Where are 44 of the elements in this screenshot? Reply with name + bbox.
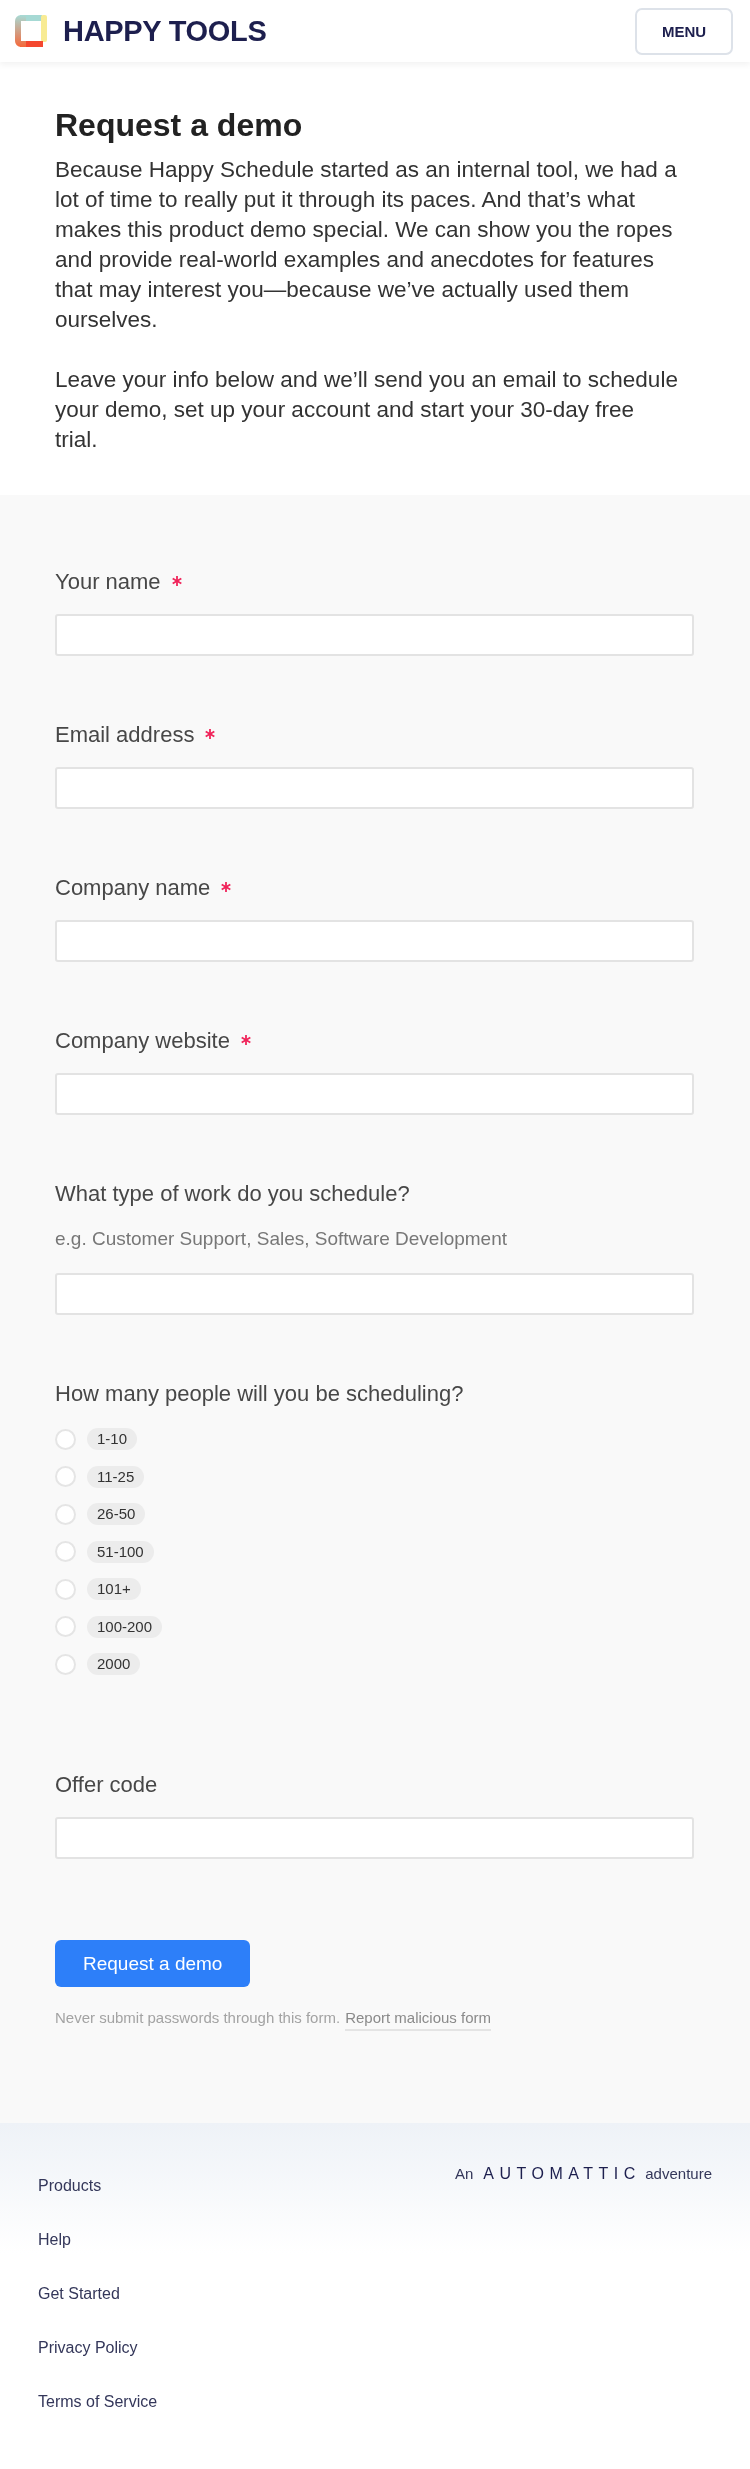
input-field[interactable]: [55, 614, 694, 656]
credit-text: adventure: [645, 2164, 712, 2184]
option-label[interactable]: 101+: [87, 1578, 141, 1600]
option-label[interactable]: 11-25: [87, 1465, 145, 1488]
option-label[interactable]: 51-100: [87, 1540, 154, 1563]
radio-button[interactable]: [55, 1503, 76, 1525]
option-label[interactable]: 2000: [87, 1653, 141, 1675]
input-field[interactable]: [55, 1817, 694, 1859]
field-label: What type of work do you schedule?: [55, 1180, 410, 1208]
intro-paragraph: Leave your info below and we’ll send you an email to schedule your demo, set up your account and start your 30-day free trial.: [55, 366, 679, 454]
option-label[interactable]: 100-200: [87, 1615, 163, 1638]
request-demo-button[interactable]: Request a demo: [55, 1940, 251, 1987]
option-label[interactable]: 26-50: [87, 1503, 146, 1525]
footer-link[interactable]: Privacy Policy: [38, 2337, 138, 2359]
input-field[interactable]: [55, 1273, 694, 1315]
notice-text: Never submit passwords through this form.: [55, 2008, 341, 2028]
hint-text: e.g. Customer Support, Sales, Software Development: [55, 1227, 508, 1251]
field-label: Offer code: [55, 1771, 158, 1799]
credit-text: An: [454, 2164, 474, 2184]
logo-icon: [15, 15, 47, 47]
field-label: How many people will you be scheduling?: [55, 1380, 464, 1408]
radio-button[interactable]: [55, 1541, 76, 1562]
radio-button[interactable]: [55, 1466, 76, 1487]
footer-link[interactable]: Products: [38, 2175, 102, 2197]
footer-link[interactable]: Terms of Service: [38, 2391, 158, 2413]
field-label: Company name: [55, 874, 211, 902]
field-label: Email address: [55, 721, 195, 749]
field-label: Company website: [55, 1027, 230, 1055]
footer-link[interactable]: Get Started: [38, 2283, 120, 2305]
field-label: Your name: [55, 568, 161, 596]
footer-link[interactable]: Help: [38, 2229, 71, 2251]
input-field[interactable]: [55, 1073, 694, 1115]
radio-button[interactable]: [55, 1578, 76, 1600]
brand-wordmark[interactable]: AUTOMATTIC: [483, 2164, 641, 2184]
option-label[interactable]: 1-10: [87, 1428, 138, 1450]
radio-button[interactable]: [55, 1616, 76, 1637]
input-field[interactable]: [55, 767, 694, 809]
radio-button[interactable]: [55, 1653, 76, 1675]
radio-button[interactable]: [55, 1428, 76, 1450]
menu-button[interactable]: MENU: [635, 7, 733, 55]
intro-paragraph: Because Happy Schedule started as an internal tool, we had a lot of time to really put it through its paces. And that’s what makes this product demo special. We can show you the ropes and provide real-world examples and anecdotes for features that may interest you—because we’ve actually used them ourselves.: [55, 156, 678, 334]
brand-name[interactable]: HAPPY TOOLS: [63, 14, 267, 48]
page-title: Request a demo: [55, 106, 304, 145]
input-field[interactable]: [55, 920, 694, 962]
